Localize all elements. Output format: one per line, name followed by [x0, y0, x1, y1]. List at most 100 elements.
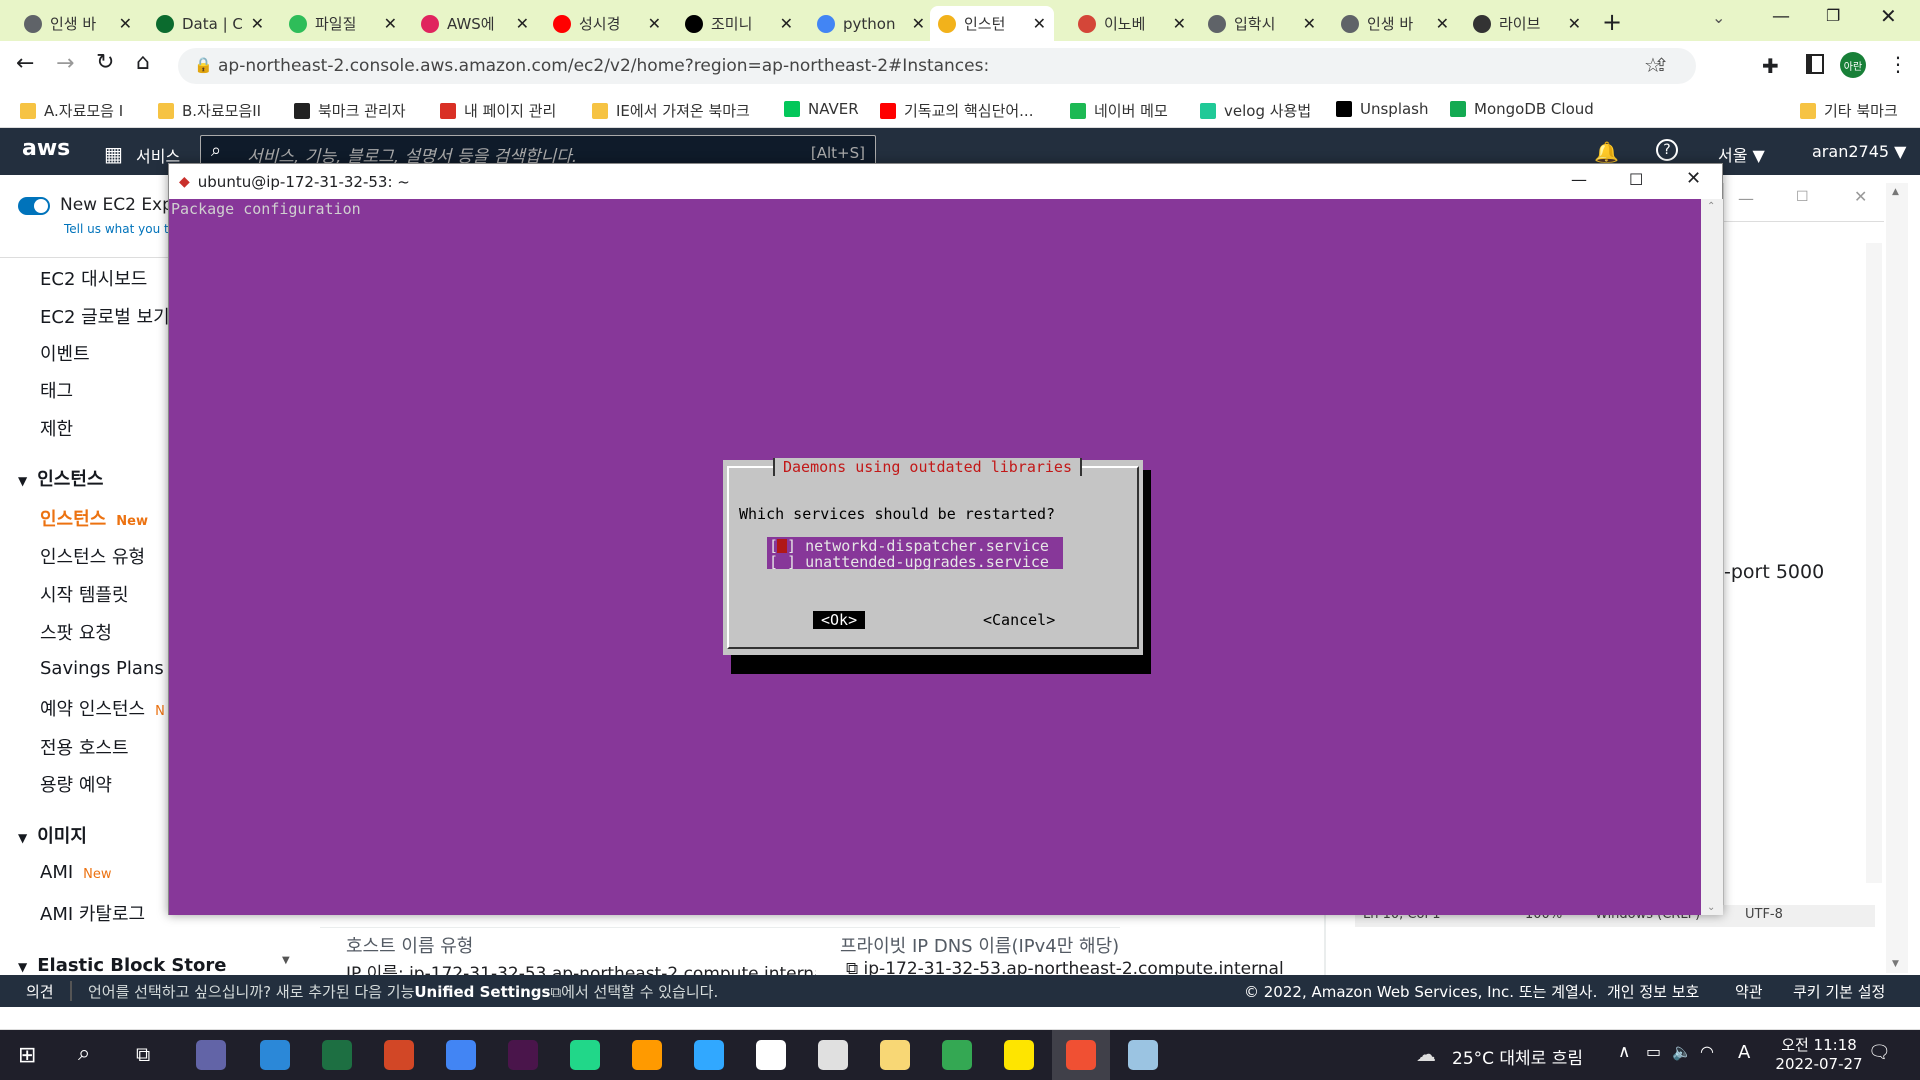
- paint-icon[interactable]: [818, 1040, 848, 1070]
- reload-icon[interactable]: ↻: [96, 50, 114, 75]
- battery-icon[interactable]: ▭: [1646, 1042, 1661, 1061]
- tab-close-icon[interactable]: ✕: [1436, 14, 1449, 33]
- chrome-icon[interactable]: [446, 1040, 476, 1070]
- bookmark-item[interactable]: velog 사용법: [1200, 100, 1311, 121]
- ok-button[interactable]: <Ok>: [813, 611, 866, 629]
- bookmark-item[interactable]: MongoDB Cloud: [1450, 100, 1594, 118]
- volume-icon[interactable]: 🔈: [1672, 1042, 1692, 1061]
- illustrator-icon[interactable]: [632, 1040, 662, 1070]
- browser-tab[interactable]: 조미니 ✕: [677, 6, 801, 41]
- kakaotalk-icon[interactable]: [1004, 1040, 1034, 1070]
- sidebar-scroll-down-icon[interactable]: ▼: [282, 955, 290, 966]
- sidebar-item[interactable]: 전용 호스트: [40, 734, 129, 760]
- tab-close-icon[interactable]: ✕: [1173, 14, 1186, 33]
- footer-feedback[interactable]: 의견: [26, 981, 54, 1002]
- tab-close-icon[interactable]: ✕: [912, 14, 925, 33]
- browser-tab[interactable]: 인생 바 ✕: [16, 6, 140, 41]
- bookmark-item[interactable]: Unsplash: [1336, 100, 1429, 118]
- cancel-button[interactable]: <Cancel>: [983, 611, 1055, 629]
- task-view-icon[interactable]: ⧉: [136, 1042, 150, 1066]
- tab-close-icon[interactable]: ✕: [648, 14, 661, 33]
- windows-start-icon[interactable]: ⊞: [18, 1043, 36, 1068]
- sidebar-section-ebs[interactable]: ▼ Elastic Block Store: [18, 955, 226, 976]
- help-icon[interactable]: ?: [1656, 139, 1678, 161]
- sidebar-item[interactable]: 인스턴스 유형: [40, 543, 145, 569]
- chrome-profile-icon[interactable]: [942, 1040, 972, 1070]
- sidebar-item[interactable]: 스팟 요청: [40, 619, 112, 645]
- terminal-minimize-icon[interactable]: —: [1571, 170, 1587, 189]
- bookmark-item[interactable]: B.자료모음II: [158, 100, 261, 121]
- photoshop-icon[interactable]: [694, 1040, 724, 1070]
- scroll-down-icon[interactable]: ▼: [1892, 959, 1899, 969]
- browser-tab[interactable]: 입학시 ✕: [1200, 6, 1324, 41]
- notepad-icon[interactable]: [260, 1040, 290, 1070]
- bookmark-item[interactable]: NAVER: [784, 100, 859, 118]
- home-icon[interactable]: ⌂: [136, 50, 150, 75]
- footer-privacy[interactable]: 개인 정보 보호: [1607, 981, 1699, 1002]
- extensions-icon[interactable]: ✚: [1762, 54, 1779, 78]
- minimize-icon[interactable]: —: [1772, 6, 1790, 27]
- tab-search-icon[interactable]: ⌄: [1712, 8, 1725, 27]
- bookmark-item[interactable]: A.자료모음 I: [20, 100, 123, 121]
- bookmark-item[interactable]: 북마크 관리자: [294, 100, 406, 121]
- explorer-icon[interactable]: [880, 1040, 910, 1070]
- profile-avatar[interactable]: 아란: [1840, 52, 1866, 78]
- tab-close-icon[interactable]: ✕: [780, 14, 793, 33]
- service-option-unattended[interactable]: [ ] unattended-upgrades.service: [769, 553, 1049, 571]
- sidebar-item[interactable]: 태그: [40, 377, 73, 403]
- bookmark-item[interactable]: IE에서 가져온 북마크: [592, 100, 750, 121]
- tab-close-icon[interactable]: ✕: [119, 14, 132, 33]
- bookmark-item[interactable]: 기타 북마크: [1800, 100, 1898, 121]
- sidebar-item[interactable]: AMI 카탈로그: [40, 900, 145, 926]
- close-icon[interactable]: ✕: [1880, 4, 1897, 28]
- aws-logo[interactable]: aws: [22, 136, 70, 161]
- slack-icon[interactable]: [508, 1040, 538, 1070]
- sidebar-item[interactable]: 제한: [40, 415, 73, 441]
- sidebar-section-images[interactable]: ▼ 이미지: [18, 822, 87, 848]
- bookmark-item[interactable]: 기독교의 핵심단어...: [880, 100, 1033, 121]
- terminal-scroll-up-icon[interactable]: ⌃: [1707, 201, 1715, 212]
- new-tab-button[interactable]: +: [1602, 8, 1622, 36]
- sidebar-item[interactable]: EC2 글로벌 보기: [40, 303, 170, 329]
- tab-close-icon[interactable]: ✕: [1033, 14, 1046, 33]
- sidebar-item[interactable]: 시작 템플릿: [40, 581, 129, 607]
- sidebar-item[interactable]: 이벤트: [40, 340, 90, 366]
- notion-icon[interactable]: [756, 1040, 786, 1070]
- bg-minimize-icon[interactable]: —: [1738, 189, 1754, 208]
- sidebar-item[interactable]: EC2 대시보드: [40, 265, 147, 291]
- maximize-icon[interactable]: ❐: [1826, 6, 1840, 25]
- browser-tab[interactable]: 인생 바 ✕: [1333, 6, 1457, 41]
- side-panel-icon[interactable]: [1806, 54, 1824, 74]
- terminal-close-icon[interactable]: ✕: [1686, 168, 1701, 189]
- back-icon[interactable]: ←: [16, 51, 34, 76]
- taskbar-search-icon[interactable]: ⌕: [78, 1041, 90, 1066]
- browser-tab[interactable]: python ✕: [809, 6, 933, 41]
- clock[interactable]: 오전 11:18 2022-07-27: [1774, 1034, 1864, 1073]
- bookmark-item[interactable]: 내 페이지 관리: [440, 100, 556, 121]
- sidebar-item[interactable]: 용량 예약: [40, 771, 112, 797]
- forward-icon[interactable]: →: [56, 51, 74, 76]
- tab-close-icon[interactable]: ✕: [384, 14, 397, 33]
- browser-tab[interactable]: 이노베 ✕: [1070, 6, 1194, 41]
- tray-chevron-icon[interactable]: ∧: [1618, 1042, 1630, 1062]
- bell-icon[interactable]: 🔔: [1594, 140, 1619, 164]
- star-icon[interactable]: ☆: [1644, 53, 1662, 77]
- sidebar-item[interactable]: 예약 인스턴스 N: [40, 695, 165, 721]
- notification-icon[interactable]: 🗨: [1868, 1042, 1891, 1063]
- sidebar-item[interactable]: Savings Plans: [40, 658, 164, 679]
- wifi-icon[interactable]: ◠: [1700, 1042, 1714, 1061]
- page-scrollbar[interactable]: ▲ ▼: [1886, 183, 1908, 973]
- account-menu[interactable]: aran2745 ▼: [1812, 142, 1906, 161]
- browser-tab[interactable]: 파일질 ✕: [281, 6, 405, 41]
- sidebar-item[interactable]: AMI New: [40, 862, 112, 883]
- excel-icon[interactable]: [322, 1040, 352, 1070]
- terminal-title-bar[interactable]: ◆ ubuntu@ip-172-31-32-53: ~ — ☐ ✕: [169, 164, 1722, 199]
- address-bar[interactable]: 🔒 ap-northeast-2.console.aws.amazon.com/…: [178, 48, 1696, 84]
- powerpoint-icon[interactable]: [384, 1040, 414, 1070]
- scroll-up-icon[interactable]: ▲: [1892, 187, 1899, 197]
- pycharm-icon[interactable]: [570, 1040, 600, 1070]
- tab-close-icon[interactable]: ✕: [516, 14, 529, 33]
- region-selector[interactable]: 서울 ▼: [1718, 142, 1765, 166]
- sidebar-item[interactable]: 인스턴스 New: [40, 505, 148, 531]
- unified-settings-link[interactable]: Unified Settings: [414, 983, 550, 1001]
